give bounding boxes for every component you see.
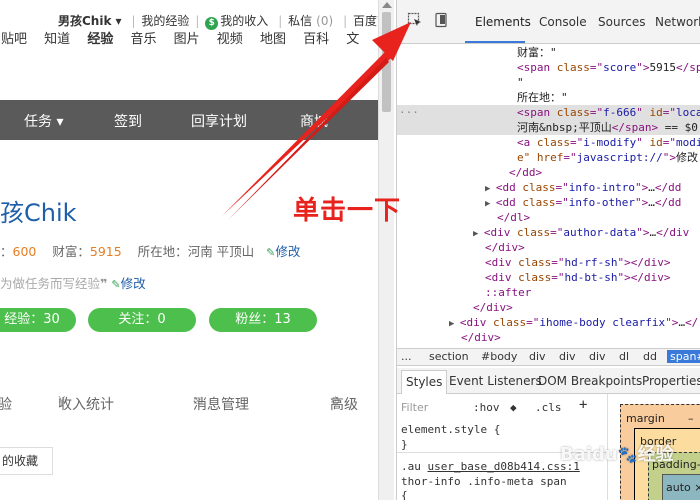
- nav-item-jingyan[interactable]: 经验: [87, 28, 113, 47]
- breadcrumb-div[interactable]: div: [589, 350, 606, 363]
- tab-event-listeners[interactable]: Event Listeners: [449, 374, 542, 388]
- tab-dom-breakpoints[interactable]: DOM Breakpoints: [538, 374, 642, 388]
- expand-triangle-icon[interactable]: ▶: [485, 199, 496, 209]
- breadcrumb-div[interactable]: div: [529, 350, 546, 363]
- favorites-button[interactable]: 的收藏: [0, 447, 53, 475]
- stylesheet-link[interactable]: user_base_d08b414.css:1: [428, 460, 580, 473]
- class-toggle[interactable]: .cls: [535, 400, 562, 415]
- node-options-icon[interactable]: ···: [399, 105, 419, 120]
- follow-stat-button[interactable]: 关注：0: [88, 308, 196, 332]
- menu-item-store[interactable]: 商城: [300, 111, 328, 131]
- nav-item-music[interactable]: 音乐: [130, 28, 156, 47]
- menu-item-checkin[interactable]: 签到: [114, 111, 142, 131]
- tab-styles[interactable]: Styles: [401, 370, 448, 394]
- tab-sources[interactable]: Sources: [598, 15, 645, 29]
- pencil-icon: ✎: [111, 278, 121, 291]
- dom-node-line[interactable]: 河南&nbsp;平顶山</span> == $0: [397, 120, 700, 135]
- fans-stat-button[interactable]: 粉丝：13: [209, 308, 317, 332]
- edit-location-link[interactable]: ✎修改: [266, 244, 300, 259]
- expand-triangle-icon[interactable]: ▶: [449, 319, 460, 329]
- color-format-icon[interactable]: ◆: [510, 400, 517, 415]
- experience-stat-button[interactable]: 经验：30: [0, 308, 76, 332]
- level-value: 600: [12, 244, 37, 259]
- tab-elements[interactable]: Elements: [475, 15, 531, 29]
- username-link[interactable]: 男孩Chik ▾: [58, 12, 125, 29]
- breadcrumb-dd[interactable]: dd: [643, 350, 657, 363]
- dom-node-line[interactable]: <span class="f-666" id="loca ···: [397, 105, 700, 120]
- chevron-down-icon: ▾: [115, 14, 122, 28]
- scrollbar-thumb[interactable]: [382, 12, 391, 112]
- tab-experience[interactable]: 验: [0, 394, 12, 414]
- breadcrumb-body[interactable]: #body: [481, 350, 517, 363]
- hover-state-toggle[interactable]: :hov: [473, 400, 500, 415]
- breadcrumb-section[interactable]: section: [429, 350, 469, 363]
- menu-bar: 任务 ▾ 签到 回享计划 商城: [0, 100, 378, 140]
- quote-icon: ❞: [100, 276, 108, 291]
- rule-selector[interactable]: thor-info .info-meta span: [401, 474, 567, 489]
- scroll-up-icon[interactable]: [382, 2, 392, 8]
- devtools-panel: Elements Console Sources Network 财富："<sp…: [396, 0, 700, 500]
- profile-name: 孩Chik: [0, 199, 77, 227]
- nav-item-zhidao[interactable]: 知道: [44, 28, 70, 47]
- my-experience-link[interactable]: 我的经验: [141, 12, 189, 29]
- nav-item-video[interactable]: 视频: [217, 28, 243, 47]
- annotation-label: 单击一下: [293, 196, 402, 226]
- tab-network[interactable]: Network: [655, 15, 700, 29]
- device-toolbar-icon[interactable]: [433, 12, 449, 32]
- styles-filter-input[interactable]: Filter: [401, 400, 428, 415]
- pencil-icon: ✎: [266, 246, 276, 259]
- inspect-element-icon[interactable]: [407, 12, 423, 32]
- nav-item-wenku[interactable]: 文: [346, 28, 359, 47]
- styles-tabbar: Styles Event Listeners DOM Breakpoints P…: [397, 368, 700, 394]
- breadcrumb-dl[interactable]: dl: [619, 350, 629, 363]
- edit-signature-link[interactable]: ✎修改: [111, 276, 145, 291]
- webpage-pane: 男孩Chik▾| 我的经验| $我的收入| 私信(0)| 百度首页 贴吧 知道 …: [0, 0, 378, 500]
- paw-icon: 🐾: [617, 445, 638, 464]
- nav-item-tieba[interactable]: 贴吧: [1, 28, 27, 47]
- dom-tree[interactable]: 财富：" <span class="score">5915</sp " 所在地：" <s…: [397, 44, 700, 348]
- element-style-rule[interactable]: element.style {: [401, 422, 500, 437]
- nav-item-images[interactable]: 图片: [174, 28, 200, 47]
- signature-line: 为做任务而写经验❞ ✎修改: [0, 273, 146, 292]
- nav-item-map[interactable]: 地图: [260, 28, 286, 47]
- signature-text: 为做任务而写经验: [0, 276, 101, 291]
- add-rule-button[interactable]: +: [579, 398, 587, 413]
- breadcrumb-current[interactable]: span#: [667, 350, 700, 363]
- expand-triangle-icon[interactable]: ▶: [473, 229, 484, 239]
- breadcrumb: ... section #body div div div dl dd span…: [397, 348, 700, 366]
- location-value: 河南 平顶山: [187, 244, 255, 259]
- messages-link[interactable]: 私信 (0): [288, 12, 337, 29]
- menu-item-plan[interactable]: 回享计划: [191, 111, 247, 131]
- breadcrumb-ellipsis[interactable]: ...: [401, 350, 412, 363]
- menu-item-tasks[interactable]: 任务 ▾: [24, 111, 63, 131]
- expand-triangle-icon[interactable]: ▶: [485, 184, 496, 194]
- page-scrollbar[interactable]: [378, 0, 394, 500]
- profile-meta: ：600 财富：5915 所在地：河南 平顶山 ✎修改: [0, 244, 301, 259]
- top-bar: 男孩Chik▾| 我的经验| $我的收入| 私信(0)| 百度首页 贴吧 知道 …: [0, 0, 378, 50]
- devtools-tabbar: Elements Console Sources Network: [397, 0, 700, 44]
- baidu-jingyan-watermark: Baidu🐾经验: [560, 444, 674, 465]
- tab-console[interactable]: Console: [539, 15, 587, 29]
- wealth-value: 5915: [89, 244, 122, 259]
- baidu-home-link[interactable]: 百度首页: [353, 12, 378, 29]
- tab-properties[interactable]: Properties: [642, 374, 700, 388]
- breadcrumb-div[interactable]: div: [559, 350, 576, 363]
- nav-item-baike[interactable]: 百科: [303, 28, 329, 47]
- product-nav: 贴吧 知道 经验 音乐 图片 视频 地图 百科 文: [1, 28, 372, 47]
